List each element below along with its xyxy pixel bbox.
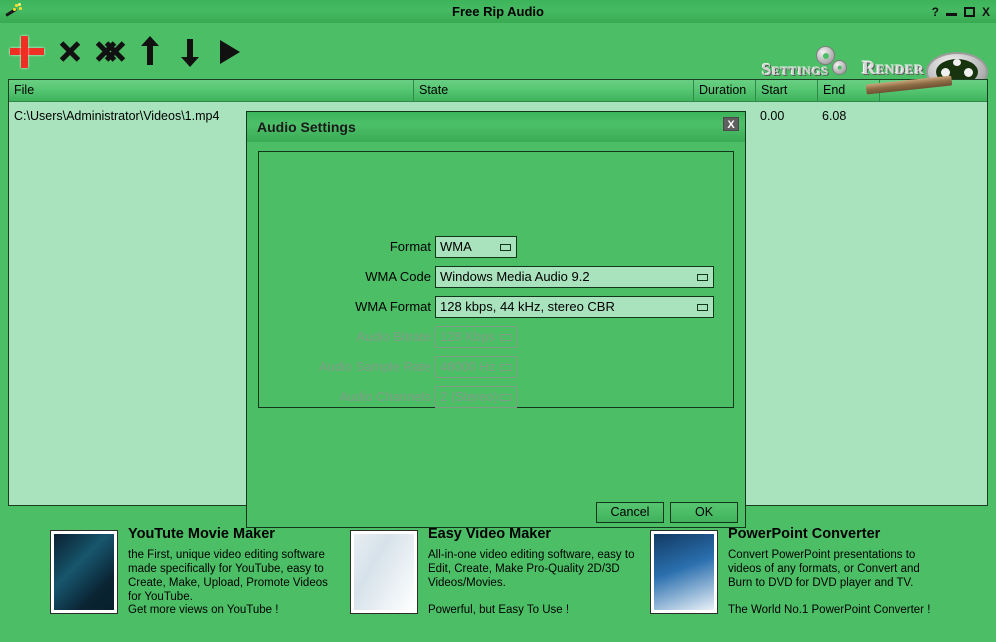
audio-bitrate-value: 128 Kbps <box>440 329 495 344</box>
wma-code-combobox[interactable]: Windows Media Audio 9.2 <box>435 266 714 288</box>
audio-sample-rate-combobox: 48000 Hz <box>435 356 517 378</box>
promo-title-2: Easy Video Maker <box>428 526 552 542</box>
label-wma-format: WMA Format <box>355 299 431 314</box>
chevron-down-icon <box>500 364 511 371</box>
promo-powerpoint-converter[interactable]: PowerPoint Converter Convert PowerPoint … <box>650 526 990 630</box>
help-button[interactable]: ? <box>932 6 939 18</box>
audio-channels-combobox: 2 (Stereo) <box>435 386 517 408</box>
audio-channels-value: 2 (Stereo) <box>440 389 498 404</box>
chevron-down-icon <box>500 394 511 401</box>
field-audio-channels: Audio Channels <box>259 386 431 408</box>
ok-button[interactable]: OK <box>670 502 738 523</box>
file-list-header: File State Duration Start End <box>9 80 987 102</box>
application-window: Free Rip Audio ? X Settings Render File … <box>0 0 996 642</box>
promo-youtube-movie-maker[interactable]: YouTute Movie Maker the First, unique vi… <box>50 526 350 630</box>
promo-body-1: the First, unique video editing software… <box>128 549 328 603</box>
close-icon[interactable]: X <box>982 6 990 18</box>
promo-tagline-2: Powerful, but Easy To Use ! <box>428 604 570 616</box>
minimize-icon[interactable] <box>945 13 957 16</box>
promo-body-3: Convert PowerPoint presentations to vide… <box>728 549 920 589</box>
field-audio-sample-rate: Audio Sample Rate <box>259 356 431 378</box>
dialog-close-icon[interactable]: X <box>723 117 739 131</box>
promo-body-2: All-in-one video editing software, easy … <box>428 549 635 589</box>
cell-start: 0.00 <box>760 109 785 123</box>
gear-icon <box>816 46 835 65</box>
audio-bitrate-combobox: 128 Kbps <box>435 326 517 348</box>
promo-easy-video-maker[interactable]: Easy Video Maker All-in-one video editin… <box>350 526 650 630</box>
add-file-button[interactable] <box>8 33 46 71</box>
title-bar: Free Rip Audio ? X <box>0 0 996 24</box>
format-value: WMA <box>440 239 472 254</box>
label-wma-code: WMA Code <box>365 269 431 284</box>
column-header-file[interactable]: File <box>9 80 413 101</box>
audio-sample-rate-value: 48000 Hz <box>440 359 496 374</box>
gear-icon-small <box>832 60 847 75</box>
column-header-start[interactable]: Start <box>755 80 817 101</box>
wma-code-value: Windows Media Audio 9.2 <box>440 269 590 284</box>
dialog-title-bar: Audio Settings X <box>247 112 745 142</box>
preview-button[interactable] <box>213 33 251 71</box>
cell-end: 6.08 <box>822 109 847 123</box>
label-format: Format <box>389 239 431 254</box>
settings-group-box: Format WMA WMA Code Windows Media Audio … <box>258 151 734 408</box>
move-down-button[interactable] <box>174 33 212 71</box>
column-header-duration[interactable]: Duration <box>693 80 755 101</box>
move-up-button[interactable] <box>134 33 172 71</box>
format-combobox[interactable]: WMA <box>435 236 517 258</box>
label-audio-bitrate: Audio Bitrate <box>356 329 431 344</box>
column-header-state[interactable]: State <box>413 80 693 101</box>
field-wma-format: WMA Format <box>259 296 431 318</box>
label-audio-channels: Audio Channels <box>339 389 431 404</box>
chevron-down-icon <box>697 274 708 281</box>
maximize-icon[interactable] <box>963 6 975 17</box>
wma-format-combobox[interactable]: 128 kbps, 44 kHz, stereo CBR <box>435 296 714 318</box>
label-audio-sample-rate: Audio Sample Rate <box>318 359 431 374</box>
promo-title-3: PowerPoint Converter <box>728 526 881 542</box>
promo-title-1: YouTute Movie Maker <box>128 526 275 542</box>
promo-banner-area: YouTute Movie Maker the First, unique vi… <box>0 512 996 642</box>
chevron-down-icon <box>697 304 708 311</box>
field-wma-code: WMA Code <box>259 266 431 288</box>
clear-all-button[interactable] <box>94 33 132 71</box>
promo-box-art-3 <box>650 530 718 614</box>
window-controls: ? X <box>932 0 990 23</box>
promo-tagline-3: The World No.1 PowerPoint Converter ! <box>728 604 931 616</box>
promo-box-art-1 <box>50 530 118 614</box>
dialog-title: Audio Settings <box>257 119 356 135</box>
chevron-down-icon <box>500 244 511 251</box>
play-icon <box>220 40 240 64</box>
promo-tagline-1: Get more views on YouTube ! <box>128 604 279 616</box>
audio-settings-dialog: Audio Settings X Format WMA WMA Code Win… <box>246 111 746 528</box>
field-format: Format <box>259 236 431 258</box>
cancel-button[interactable]: Cancel <box>596 502 664 523</box>
render-label: Render <box>862 58 925 79</box>
window-title: Free Rip Audio <box>452 4 544 19</box>
remove-file-button[interactable] <box>54 33 92 71</box>
wma-format-value: 128 kbps, 44 kHz, stereo CBR <box>440 299 615 314</box>
field-audio-bitrate: Audio Bitrate <box>259 326 431 348</box>
promo-box-art-2 <box>350 530 418 614</box>
toolbar: Settings Render <box>0 23 996 95</box>
chevron-down-icon <box>500 334 511 341</box>
